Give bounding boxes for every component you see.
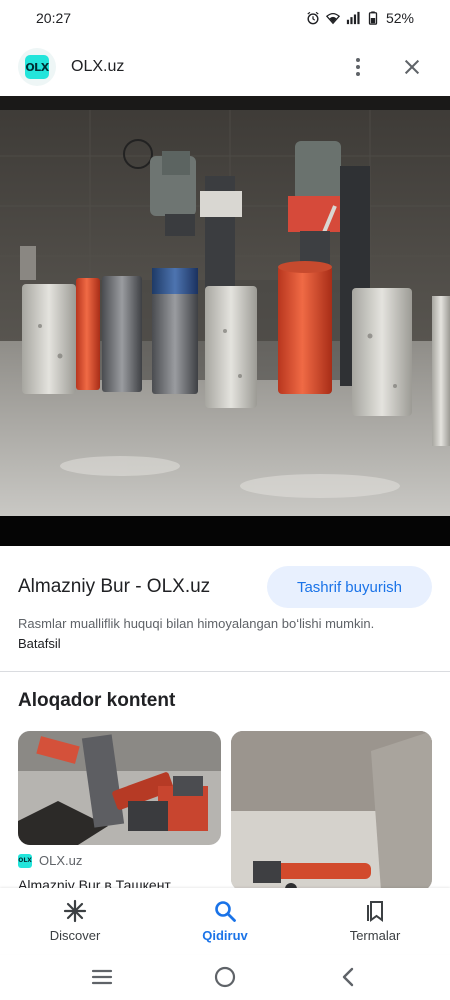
wifi-icon [325,12,340,25]
nav-label: Qidiruv [202,928,248,943]
visit-button[interactable]: Tashrif buyurish [266,566,432,608]
viewer-header: OLX OLX.uz [0,38,450,96]
related-image-drill [18,731,221,845]
image-drilling-machines [0,96,450,546]
nav-label: Discover [49,928,101,943]
nav-item-collections[interactable]: Termalar [300,888,450,954]
bottom-navigation: Discover Qidiruv Termalar [0,888,450,954]
search-icon [215,901,236,922]
site-name[interactable]: OLX.uz [71,58,124,76]
related-card-image[interactable] [231,731,432,891]
bookmarks-icon [367,901,383,922]
related-image-wall-drilling [231,731,432,891]
site-logo[interactable]: OLX [18,48,56,86]
main-image[interactable] [0,96,450,546]
olx-source-icon: OLX [18,853,32,868]
related-card-image[interactable] [18,731,221,845]
result-title[interactable]: Almazniy Bur - OLX.uz [18,576,267,598]
alarm-icon [307,11,319,25]
battery-icon [368,11,378,25]
status-bar: 20:27 52% [0,0,450,36]
battery-percent: 52% [385,10,414,26]
related-card-source[interactable]: OLX OLX.uz [18,853,82,868]
divider [0,671,450,672]
back-icon[interactable] [336,965,360,989]
learn-more-link[interactable]: Batafsil [18,636,61,651]
home-icon[interactable] [213,965,237,989]
related-content-heading: Aloqador kontent [18,690,176,711]
more-vert-icon[interactable] [346,55,370,79]
nav-item-search[interactable]: Qidiruv [150,888,300,954]
status-time: 20:27 [36,10,72,26]
related-card-source-name: OLX.uz [39,853,83,868]
copyright-text: Rasmlar mualliflik huquqi bilan himoyala… [18,616,375,631]
nav-item-discover[interactable]: Discover [0,888,150,954]
nav-label: Termalar [349,928,401,943]
signal-icon [346,11,360,25]
asterisk-icon [63,899,87,923]
related-card-title[interactable]: Almazniy Bur в Ташкент [18,875,223,889]
recents-icon[interactable] [90,965,114,989]
status-icons: 52% [306,10,414,26]
close-icon[interactable] [400,55,424,79]
system-navigation [0,954,450,1000]
olx-logo-icon: OLX [25,55,49,79]
result-title-row: Almazniy Bur - OLX.uz Tashrif buyurish [0,565,450,609]
copyright-notice: Rasmlar mualliflik huquqi bilan himoyala… [18,614,418,654]
